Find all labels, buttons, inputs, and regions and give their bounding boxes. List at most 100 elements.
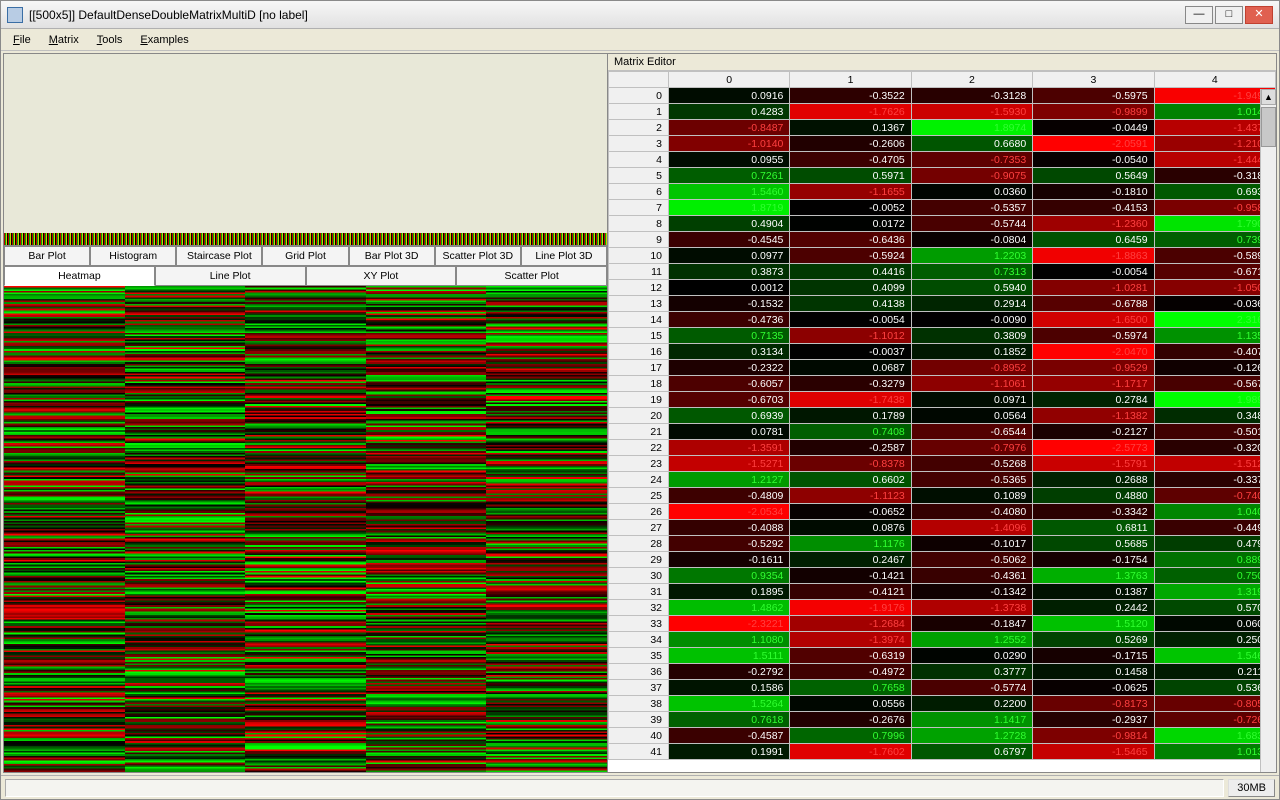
cell[interactable]: -0.1269 — [1154, 360, 1275, 376]
cell[interactable]: -0.0054 — [1033, 264, 1154, 280]
cell[interactable]: 2.3163 — [1154, 312, 1275, 328]
cell[interactable]: -0.1754 — [1033, 552, 1154, 568]
cell[interactable]: 0.0564 — [911, 408, 1032, 424]
cell[interactable]: -0.4705 — [790, 152, 911, 168]
row-header[interactable]: 40 — [609, 728, 669, 744]
cell[interactable]: -2.0534 — [669, 504, 790, 520]
cell[interactable]: 0.0602 — [1154, 616, 1275, 632]
cell[interactable]: -0.0625 — [1033, 680, 1154, 696]
cell[interactable]: 0.4416 — [790, 264, 911, 280]
cell[interactable]: 1.1176 — [790, 536, 911, 552]
cell[interactable]: -0.0054 — [790, 312, 911, 328]
cell[interactable]: -0.2587 — [790, 440, 911, 456]
cell[interactable]: 0.3777 — [911, 664, 1032, 680]
cell[interactable]: -0.3342 — [1033, 504, 1154, 520]
cell[interactable]: -1.7626 — [790, 104, 911, 120]
cell[interactable]: 0.0687 — [790, 360, 911, 376]
cell[interactable]: 0.2506 — [1154, 632, 1275, 648]
cell[interactable]: 0.1387 — [1033, 584, 1154, 600]
cell[interactable]: 0.4880 — [1033, 488, 1154, 504]
cell[interactable]: -1.7438 — [790, 392, 911, 408]
cell[interactable]: 0.2113 — [1154, 664, 1275, 680]
cell[interactable]: -1.1655 — [790, 184, 911, 200]
cell[interactable]: 0.5649 — [1033, 168, 1154, 184]
cell[interactable]: -0.6544 — [911, 424, 1032, 440]
cell[interactable]: -1.4096 — [911, 520, 1032, 536]
cell[interactable]: 1.7908 — [1154, 216, 1275, 232]
row-header[interactable]: 18 — [609, 376, 669, 392]
cell[interactable]: 1.2728 — [911, 728, 1032, 744]
cell[interactable]: 0.3484 — [1154, 408, 1275, 424]
cell[interactable]: 0.4795 — [1154, 536, 1275, 552]
cell[interactable]: 0.0876 — [790, 520, 911, 536]
cell[interactable]: 0.6811 — [1033, 520, 1154, 536]
cell[interactable]: -1.4374 — [1154, 120, 1275, 136]
row-header[interactable]: 9 — [609, 232, 669, 248]
cell[interactable]: 1.3763 — [1033, 568, 1154, 584]
cell[interactable]: 1.5468 — [1154, 648, 1275, 664]
row-header[interactable]: 36 — [609, 664, 669, 680]
cell[interactable]: -0.0052 — [790, 200, 911, 216]
cell[interactable]: -0.5292 — [669, 536, 790, 552]
cell[interactable]: -0.3205 — [1154, 440, 1275, 456]
cell[interactable]: -1.3974 — [790, 632, 911, 648]
cell[interactable]: -0.5679 — [1154, 376, 1275, 392]
cell[interactable]: 0.0172 — [790, 216, 911, 232]
cell[interactable]: -1.1717 — [1033, 376, 1154, 392]
cell[interactable]: -0.0804 — [911, 232, 1032, 248]
row-header[interactable]: 3 — [609, 136, 669, 152]
cell[interactable]: -2.0591 — [1033, 136, 1154, 152]
cell[interactable]: -0.7976 — [911, 440, 1032, 456]
cell[interactable]: 0.4099 — [790, 280, 911, 296]
cell[interactable]: -1.5791 — [1033, 456, 1154, 472]
cell[interactable]: 1.0404 — [1154, 504, 1275, 520]
cell[interactable]: 0.7506 — [1154, 568, 1275, 584]
row-header[interactable]: 27 — [609, 520, 669, 536]
row-header[interactable]: 19 — [609, 392, 669, 408]
cell[interactable]: -0.3128 — [911, 88, 1032, 104]
row-header[interactable]: 24 — [609, 472, 669, 488]
cell[interactable]: 0.7996 — [790, 728, 911, 744]
cell[interactable]: -0.4121 — [790, 584, 911, 600]
cell[interactable]: 0.5940 — [911, 280, 1032, 296]
cell[interactable]: -0.4587 — [669, 728, 790, 744]
cell[interactable]: -0.6703 — [669, 392, 790, 408]
cell[interactable]: 0.5971 — [790, 168, 911, 184]
cell[interactable]: -0.9529 — [1033, 360, 1154, 376]
minimize-button[interactable]: — — [1185, 6, 1213, 24]
cell[interactable]: -1.5122 — [1154, 456, 1275, 472]
row-header[interactable]: 35 — [609, 648, 669, 664]
cell[interactable]: -1.1061 — [911, 376, 1032, 392]
row-header[interactable]: 21 — [609, 424, 669, 440]
cell[interactable]: 1.9899 — [1154, 392, 1275, 408]
tab-staircase-plot[interactable]: Staircase Plot — [176, 246, 262, 266]
cell[interactable]: 1.1080 — [669, 632, 790, 648]
cell[interactable]: -0.5974 — [1033, 328, 1154, 344]
cell[interactable]: -0.0652 — [790, 504, 911, 520]
menu-examples[interactable]: Examples — [132, 32, 196, 48]
cell[interactable]: 0.1852 — [911, 344, 1032, 360]
cell[interactable]: -0.5268 — [911, 456, 1032, 472]
cell[interactable]: -1.5271 — [669, 456, 790, 472]
cell[interactable]: -0.1532 — [669, 296, 790, 312]
tab-scatter-plot[interactable]: Scatter Plot — [456, 266, 607, 286]
vertical-scrollbar[interactable]: ▲ — [1260, 89, 1276, 772]
cell[interactable]: 1.5120 — [1033, 616, 1154, 632]
cell[interactable]: -0.8378 — [790, 456, 911, 472]
col-header[interactable]: 4 — [1154, 72, 1275, 88]
cell[interactable]: -0.7401 — [1154, 488, 1275, 504]
cell[interactable]: -0.8173 — [1033, 696, 1154, 712]
cell[interactable]: 0.2688 — [1033, 472, 1154, 488]
tab-heatmap[interactable]: Heatmap — [4, 266, 155, 286]
row-header[interactable]: 15 — [609, 328, 669, 344]
row-header[interactable]: 31 — [609, 584, 669, 600]
cell[interactable]: 1.0136 — [1154, 744, 1275, 760]
cell[interactable]: -0.7353 — [911, 152, 1032, 168]
cell[interactable]: -1.3738 — [911, 600, 1032, 616]
cell[interactable]: -0.4809 — [669, 488, 790, 504]
cell[interactable]: -0.5013 — [1154, 424, 1275, 440]
cell[interactable]: -0.3279 — [790, 376, 911, 392]
cell[interactable]: 1.3198 — [1154, 584, 1275, 600]
cell[interactable]: -1.2107 — [1154, 136, 1275, 152]
menu-matrix[interactable]: Matrix — [41, 32, 87, 48]
